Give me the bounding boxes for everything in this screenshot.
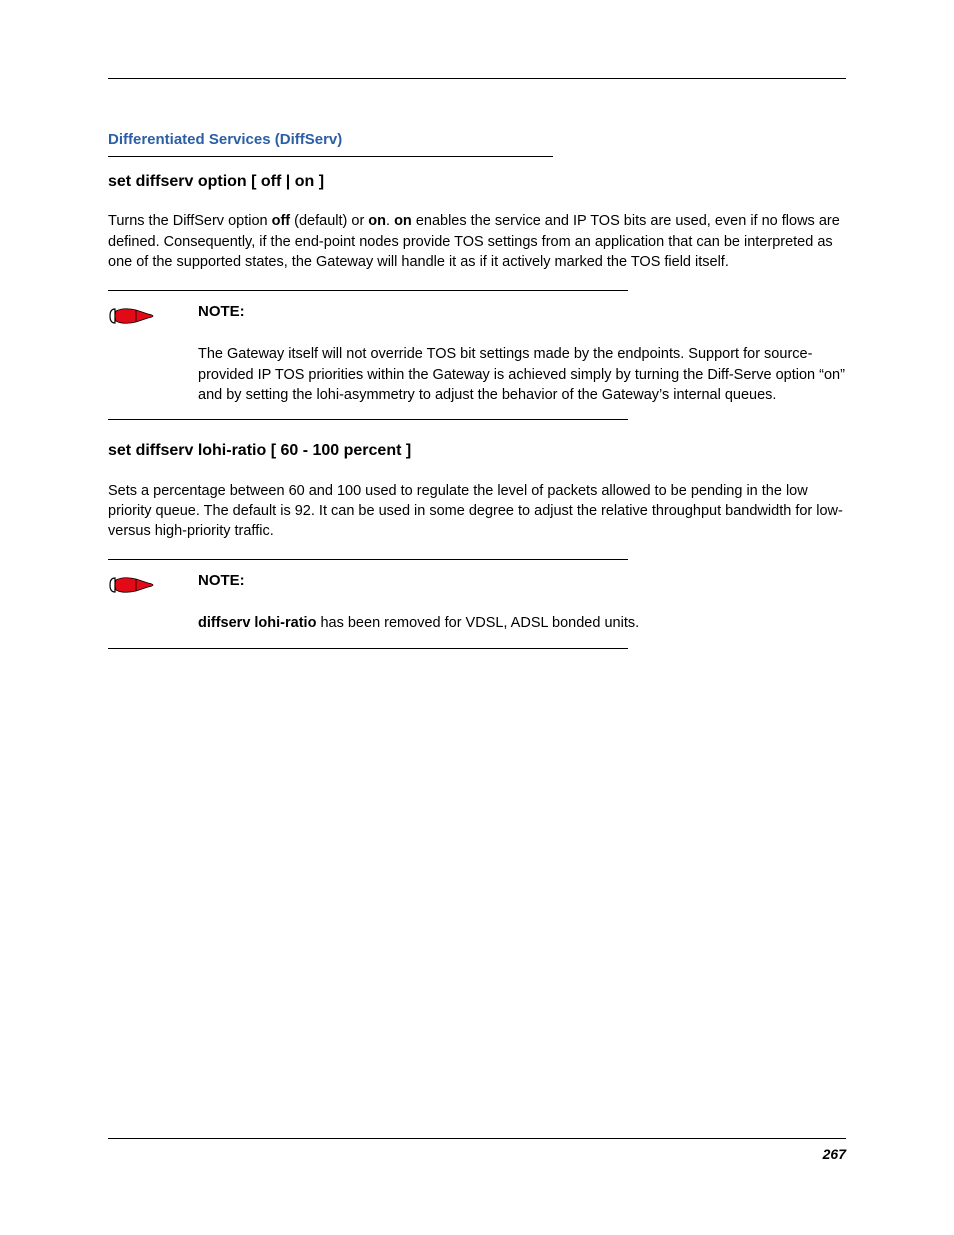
command-heading-1: set diffserv option [ off | on ] xyxy=(108,171,846,193)
bold-on-1: on xyxy=(368,213,386,229)
note-bold-term: diffserv lohi-ratio xyxy=(198,615,316,631)
command-2-description: Sets a percentage between 60 and 100 use… xyxy=(108,481,846,542)
top-horizontal-rule xyxy=(108,78,846,79)
note-bottom-rule-2 xyxy=(108,648,628,649)
bold-on-2: on xyxy=(394,213,412,229)
text-fragment: (default) or xyxy=(290,213,368,229)
note-content-2: NOTE: diffserv lohi-ratio has been remov… xyxy=(198,570,846,633)
note-text-2: diffserv lohi-ratio has been removed for… xyxy=(198,613,846,633)
document-page: Differentiated Services (DiffServ) set d… xyxy=(0,0,954,1235)
text-fragment: . xyxy=(386,213,394,229)
note-content-1: NOTE: The Gateway itself will not overri… xyxy=(198,301,846,405)
section-underline xyxy=(108,156,553,157)
section-title: Differentiated Services (DiffServ) xyxy=(108,129,846,150)
note-label-2: NOTE: xyxy=(198,570,846,591)
note-block-2: NOTE: diffserv lohi-ratio has been remov… xyxy=(108,570,846,633)
text-fragment: Turns the DiffServ option xyxy=(108,213,272,229)
note-top-rule-1 xyxy=(108,290,628,291)
pointing-hand-icon xyxy=(108,570,158,600)
pointing-hand-icon xyxy=(108,301,158,331)
page-footer: 267 xyxy=(108,1138,846,1165)
note-bottom-rule-1 xyxy=(108,419,628,420)
note-block-1: NOTE: The Gateway itself will not overri… xyxy=(108,301,846,405)
note-top-rule-2 xyxy=(108,559,628,560)
command-1-description: Turns the DiffServ option off (default) … xyxy=(108,211,846,272)
bold-off: off xyxy=(272,213,291,229)
command-heading-2: set diffserv lohi-ratio [ 60 - 100 perce… xyxy=(108,440,846,462)
note-text-1: The Gateway itself will not override TOS… xyxy=(198,344,846,405)
note-label-1: NOTE: xyxy=(198,301,846,322)
note-rest-text: has been removed for VDSL, ADSL bonded u… xyxy=(316,615,639,631)
page-number: 267 xyxy=(823,1146,846,1162)
